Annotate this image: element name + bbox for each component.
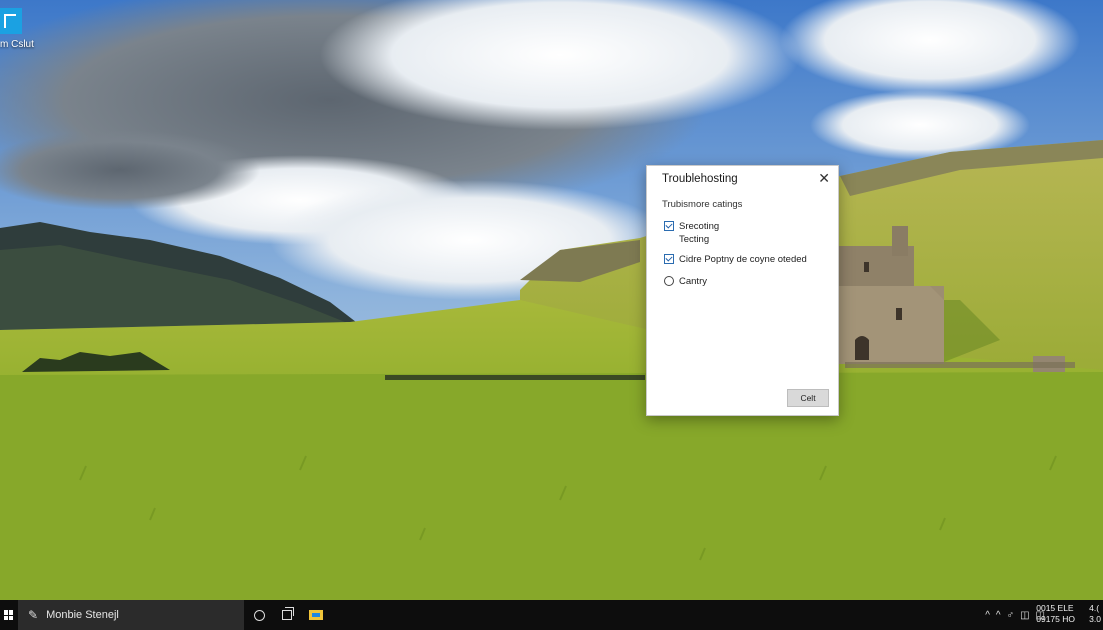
desktop: m Cslut Troublehosting ✕ Trubismore cati… xyxy=(0,0,1103,600)
celt-button[interactable]: Celt xyxy=(787,389,829,407)
desktop-shortcut[interactable]: m Cslut xyxy=(0,8,40,50)
checkbox-checked-icon[interactable] xyxy=(664,221,674,231)
app-tile-icon xyxy=(0,8,22,34)
windows-logo-icon xyxy=(4,610,14,620)
section-label: Trubismore catings xyxy=(662,199,743,210)
option-cantry[interactable]: Cantry xyxy=(664,275,707,288)
task-view-icon[interactable] xyxy=(278,600,296,630)
close-icon[interactable]: ✕ xyxy=(818,170,830,187)
clock-date: 09175 HO xyxy=(1036,614,1075,624)
taskbar-search-box[interactable]: ✎ Monbie Stenejl xyxy=(18,600,244,630)
checkbox-checked-icon[interactable] xyxy=(664,254,674,264)
notif-line-2: 3.0 xyxy=(1089,614,1101,624)
option-label: Srecoting Tecting xyxy=(679,221,720,245)
pen-icon: ✎ xyxy=(28,608,39,622)
option-cidre-poptny[interactable]: Cidre Poptny de coyne oteded xyxy=(664,253,807,266)
desktop-shortcut-label: m Cslut xyxy=(0,39,34,50)
wallpaper-landscape xyxy=(0,0,1103,600)
tray-window-icon[interactable]: ◫ xyxy=(1020,610,1029,621)
search-text: Monbie Stenejl xyxy=(46,609,119,621)
file-explorer-icon[interactable] xyxy=(305,600,327,630)
option-label: Cantry xyxy=(679,276,707,287)
notif-line-1: 4.( xyxy=(1089,603,1100,613)
notification-area[interactable]: 4.( 3.0 xyxy=(1089,603,1101,625)
tray-network-icon[interactable]: ♂ xyxy=(1007,610,1015,621)
taskbar-clock[interactable]: 0015 ELE 09175 HO xyxy=(1036,603,1075,625)
troubleshooting-dialog: Troublehosting ✕ Trubismore catings Srec… xyxy=(646,165,839,416)
dialog-title: Troublehosting xyxy=(662,173,738,185)
radio-unchecked-icon[interactable] xyxy=(664,276,674,286)
cortana-icon[interactable] xyxy=(250,600,268,630)
tray-chevron-icon[interactable]: ^ xyxy=(985,610,990,621)
option-label: Cidre Poptny de coyne oteded xyxy=(679,254,807,265)
taskbar: ✎ Monbie Stenejl ^ ^ ♂ ◫ ◫ 0015 ELE 0917… xyxy=(0,600,1103,630)
clock-time: 0015 ELE xyxy=(1036,603,1074,613)
start-button[interactable] xyxy=(0,600,18,630)
tray-up-icon[interactable]: ^ xyxy=(996,610,1001,621)
option-srecoting-tecting[interactable]: Srecoting Tecting xyxy=(664,220,739,246)
